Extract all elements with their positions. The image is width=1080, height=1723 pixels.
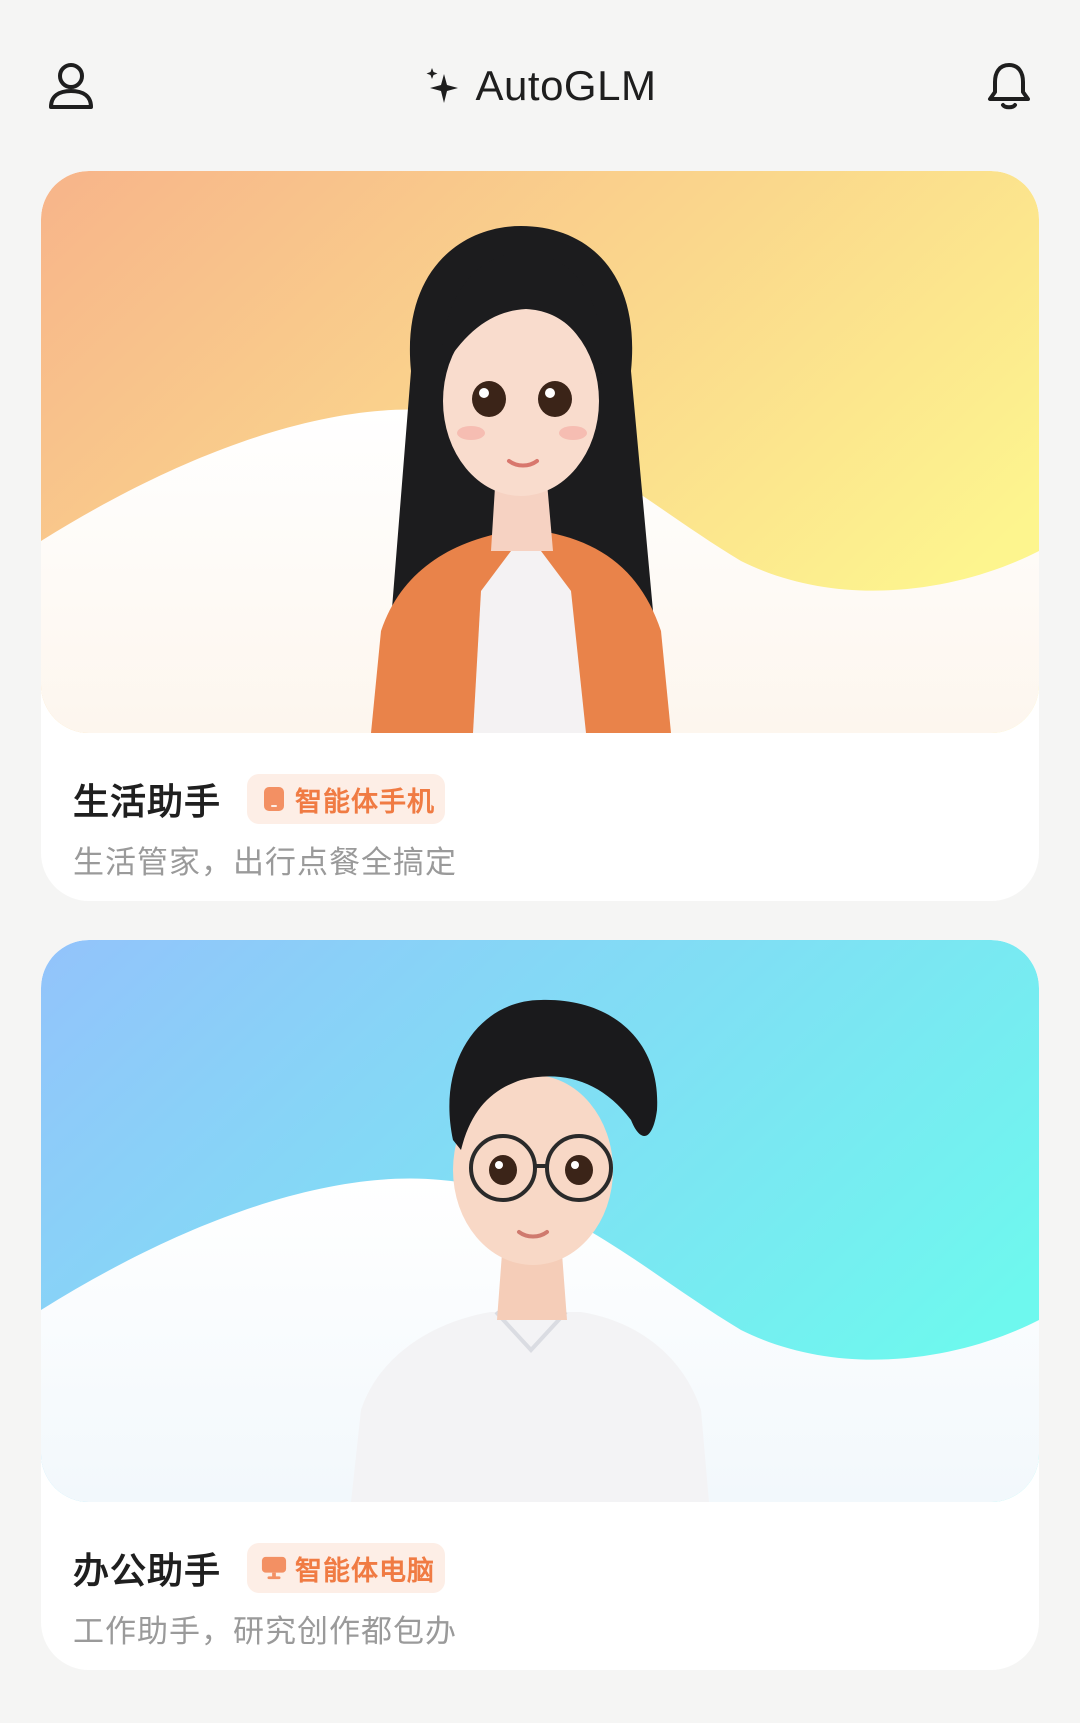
life-assistant-hero xyxy=(41,171,1039,733)
office-assistant-hero xyxy=(41,940,1039,1502)
phone-icon xyxy=(261,786,287,812)
office-assistant-card[interactable]: 办公助手 智能体电脑 工作助手，研究创作都包办 xyxy=(41,940,1039,1670)
card-description: 生活管家，出行点餐全搞定 xyxy=(73,845,457,881)
life-assistant-info: 生活助手 智能体手机 生活管家，出行点餐全搞定 xyxy=(73,771,1003,882)
life-assistant-card[interactable]: 生活助手 智能体手机 生活管家，出行点餐全搞定 xyxy=(41,171,1039,901)
agent-phone-tag: 智能体手机 xyxy=(247,774,446,824)
office-assistant-info: 办公助手 智能体电脑 工作助手，研究创作都包办 xyxy=(73,1540,1003,1651)
card-title: 生活助手 xyxy=(73,782,222,823)
sparkle-icon xyxy=(426,68,458,103)
app-brand: AutoGLM xyxy=(0,58,1080,114)
card-title: 办公助手 xyxy=(73,1551,222,1592)
app-title: AutoGLM xyxy=(475,62,657,109)
monitor-icon xyxy=(261,1555,287,1581)
bell-icon xyxy=(988,63,1030,110)
agent-computer-tag: 智能体电脑 xyxy=(247,1543,446,1593)
top-bar: AutoGLM xyxy=(0,0,1080,170)
card-description: 工作助手，研究创作都包办 xyxy=(73,1614,457,1650)
male-avatar-image xyxy=(41,940,1039,1502)
female-avatar-image xyxy=(41,171,1039,733)
notification-button[interactable] xyxy=(981,58,1037,114)
tag-label: 智能体手机 xyxy=(295,786,436,818)
tag-label: 智能体电脑 xyxy=(295,1555,436,1587)
